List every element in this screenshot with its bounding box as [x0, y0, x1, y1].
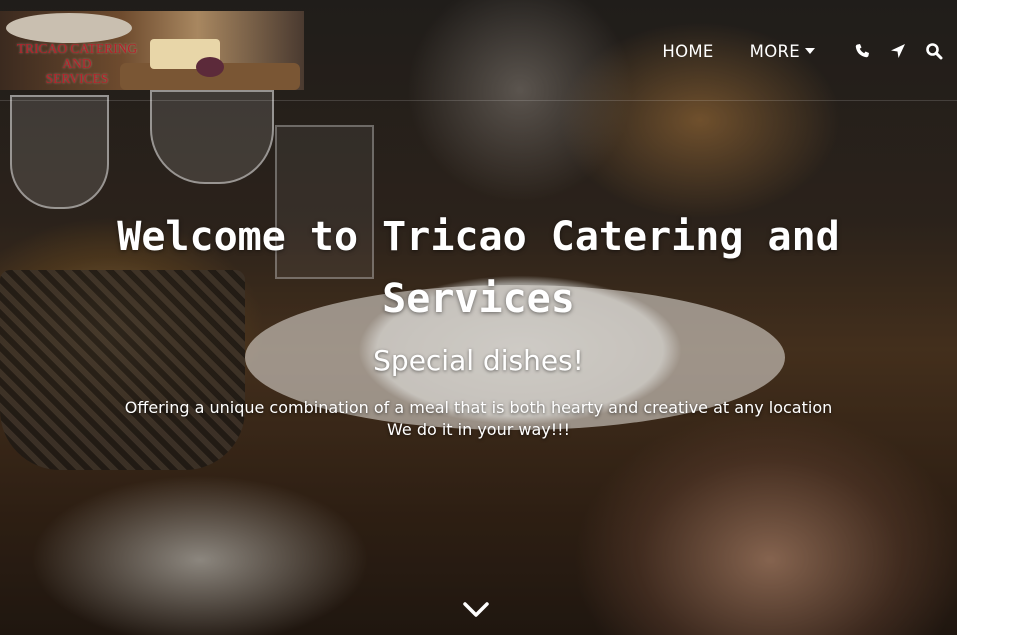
search-icon	[926, 43, 943, 60]
logo-grapes-graphic	[196, 57, 224, 77]
logo-text: TRICAO CATERING AND SERVICES	[2, 41, 152, 86]
nav-home-link[interactable]: HOME	[662, 42, 713, 61]
logo-plate-graphic	[6, 13, 132, 43]
nav-more-dropdown[interactable]: MORE	[750, 42, 815, 61]
chevron-down-icon	[463, 602, 489, 617]
hero-subtitle: Special dishes!	[373, 344, 584, 377]
phone-button[interactable]	[851, 40, 873, 62]
phone-icon	[855, 44, 869, 58]
hero-description: Offering a unique combination of a meal …	[0, 397, 957, 441]
logo-text-line1: TRICAO CATERING	[16, 41, 138, 56]
nav-more-label: MORE	[749, 41, 800, 61]
logo-text-line3: SERVICES	[45, 71, 109, 86]
logo-text-line2: AND	[62, 56, 92, 71]
caret-down-icon	[805, 48, 815, 54]
hero-description-line1: Offering a unique combination of a meal …	[124, 398, 833, 417]
search-button[interactable]	[923, 40, 945, 62]
site-logo[interactable]: TRICAO CATERING AND SERVICES	[0, 11, 304, 90]
nav-home-label: HOME	[662, 41, 714, 61]
hero-description-line2: We do it in your way!!!	[387, 420, 570, 439]
hero-title: Welcome to Tricao Catering and Services	[117, 214, 840, 322]
top-navigation-bar: TRICAO CATERING AND SERVICES HOME MORE	[0, 0, 957, 101]
main-nav: HOME MORE	[662, 36, 957, 66]
scroll-down-button[interactable]	[461, 600, 491, 620]
location-arrow-icon	[891, 44, 905, 58]
location-button[interactable]	[887, 40, 909, 62]
